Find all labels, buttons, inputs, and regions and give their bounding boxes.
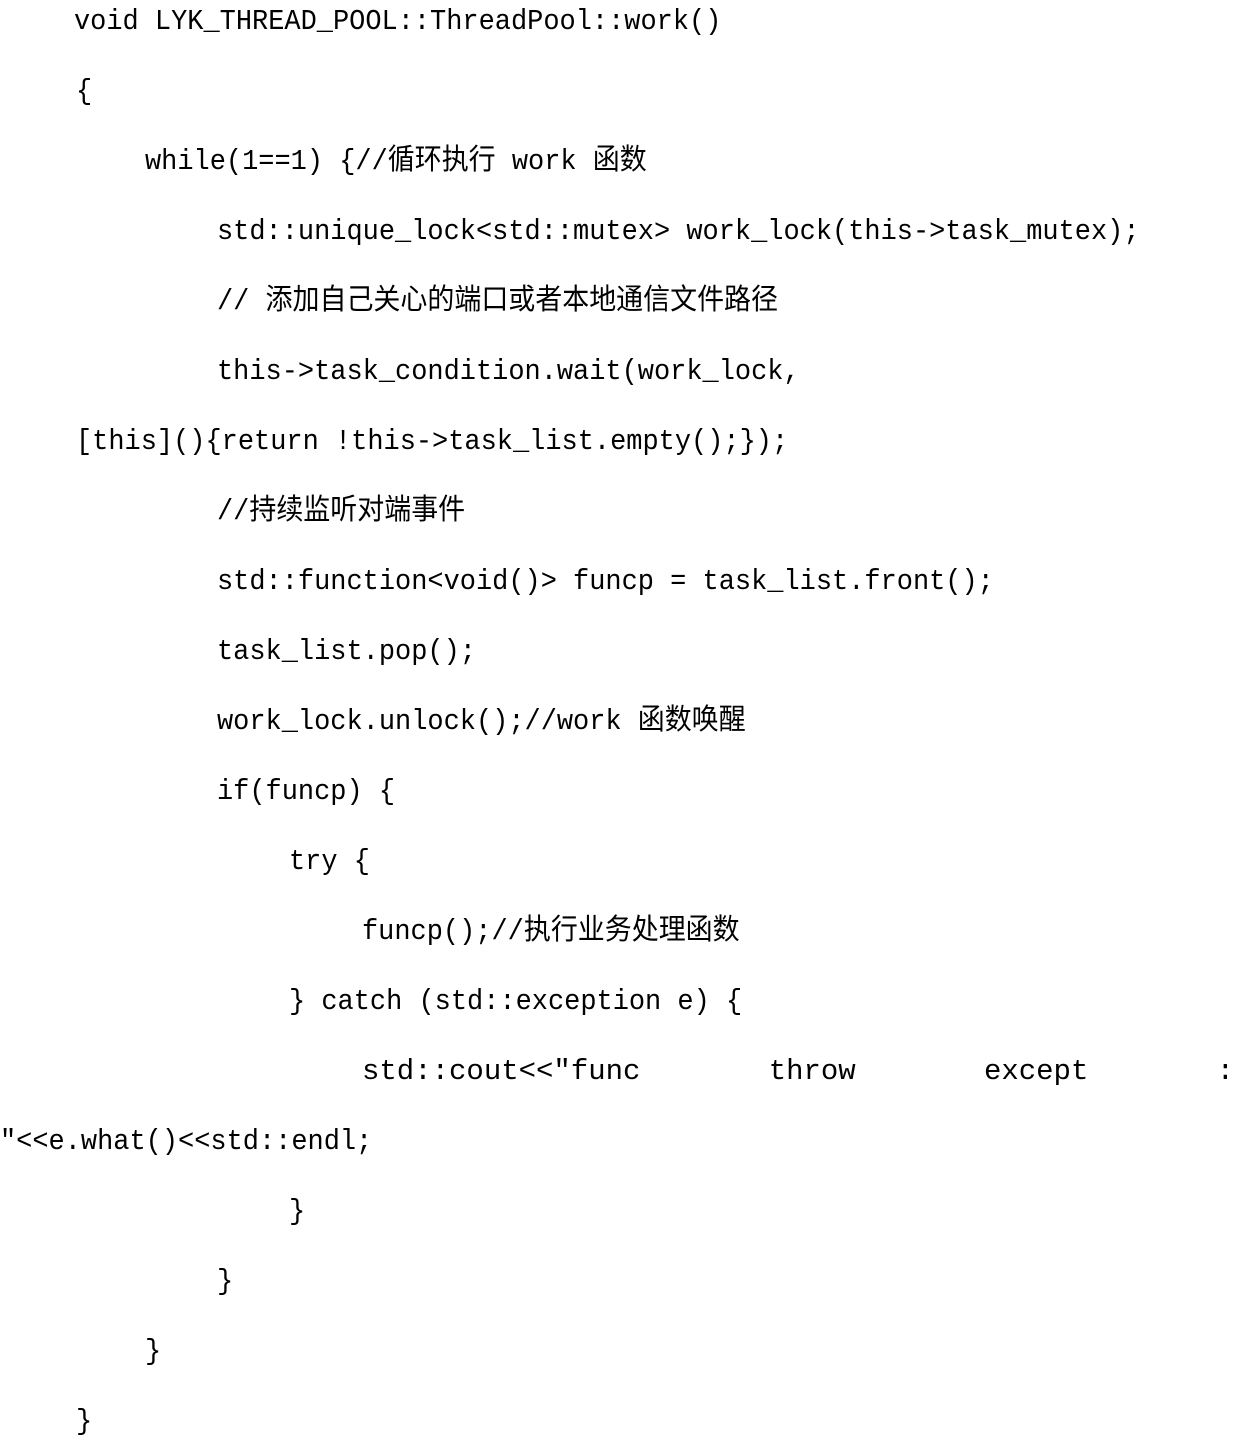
- code-line-function-close-brace: }: [76, 1405, 93, 1438]
- code-line-function-front: std::function<void()> funcp = task_list.…: [217, 565, 994, 598]
- code-document: void LYK_THREAD_POOL::ThreadPool::work()…: [0, 0, 1240, 1446]
- code-line-task-pop: task_list.pop();: [217, 635, 476, 668]
- code-line-if-funcp: if(funcp) {: [217, 775, 396, 808]
- code-line-catch-close-brace: }: [289, 1195, 306, 1228]
- code-line-condition-wait: this->task_condition.wait(work_lock,: [217, 355, 800, 388]
- code-line-while-close-brace: }: [145, 1335, 162, 1368]
- code-line-comment-add-port: // 添加自己关心的端口或者本地通信文件路径: [217, 285, 778, 318]
- code-line-unlock: work_lock.unlock();//work 函数唤醒: [217, 705, 746, 738]
- code-line-if-close-brace: }: [217, 1265, 234, 1298]
- code-line-cout: std::cout<<"func throw except :: [362, 1052, 1234, 1092]
- code-line-wait-lambda: [this](){return !this->task_list.empty()…: [76, 425, 789, 458]
- cout-part-colon: :: [1216, 1055, 1234, 1088]
- cout-part-except: except: [983, 1055, 1089, 1088]
- code-line-catch: } catch (std::exception e) {: [289, 985, 743, 1018]
- code-line-try: try {: [289, 845, 370, 878]
- code-line-while-loop: while(1==1) {//循环执行 work 函数: [145, 145, 647, 178]
- code-line-function-signature: void LYK_THREAD_POOL::ThreadPool::work(): [74, 5, 722, 38]
- cout-part-func: std::cout<<"func: [362, 1055, 641, 1088]
- code-line-cout-continuation: "<<e.what()<<std::endl;: [0, 1125, 373, 1158]
- code-line-comment-listen: //持续监听对端事件: [217, 495, 466, 528]
- code-line-function-open-brace: {: [76, 75, 93, 108]
- cout-part-throw: throw: [768, 1055, 856, 1088]
- code-line-unique-lock: std::unique_lock<std::mutex> work_lock(t…: [217, 215, 1140, 248]
- code-line-funcp-call: funcp();//执行业务处理函数: [362, 915, 740, 948]
